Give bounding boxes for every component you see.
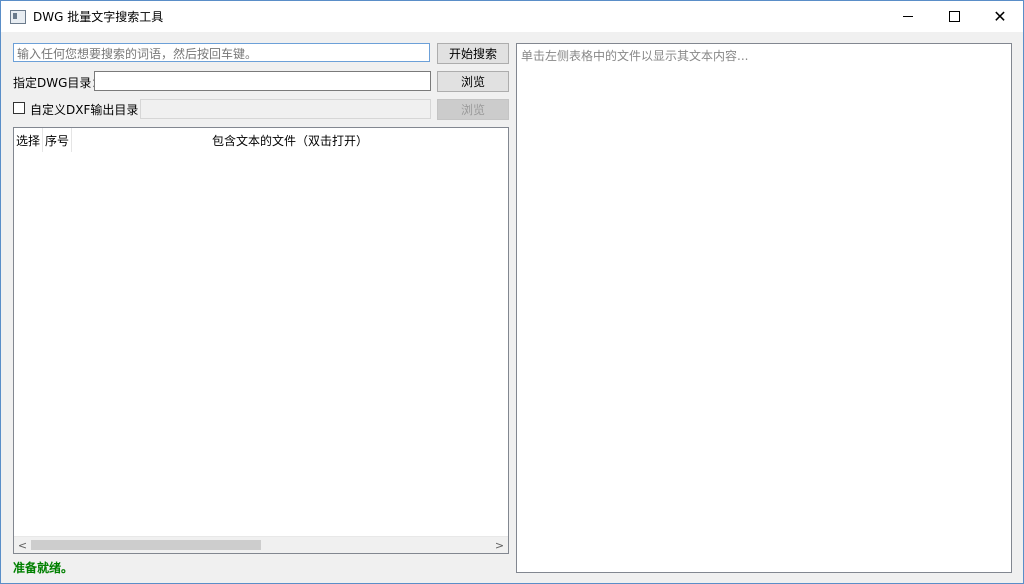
scroll-right-arrow-icon[interactable]: > (491, 537, 508, 553)
column-header-index[interactable]: 序号 (43, 128, 72, 152)
custom-dxf-checkbox[interactable] (13, 102, 25, 114)
column-header-file[interactable]: 包含文本的文件（双击打开） (72, 128, 508, 152)
maximize-icon (948, 11, 960, 22)
text-preview-pane[interactable]: 单击左侧表格中的文件以显示其文本内容... (516, 43, 1012, 573)
dxf-browse-button: 浏览 (437, 99, 509, 120)
close-icon: ✕ (993, 7, 1007, 26)
search-input[interactable]: 输入任何您想要搜索的词语，然后按回车键。 (13, 43, 430, 62)
minimize-icon (903, 16, 913, 17)
start-search-button[interactable]: 开始搜索 (437, 43, 509, 64)
column-header-select[interactable]: 选择 (14, 128, 43, 152)
scroll-thumb[interactable] (31, 540, 261, 550)
close-button[interactable]: ✕ (977, 1, 1023, 32)
dwg-dir-input[interactable] (94, 71, 431, 91)
maximize-button[interactable] (931, 1, 977, 32)
status-text: 准备就绪。 (13, 561, 74, 575)
results-table[interactable]: 选择 序号 包含文本的文件（双击打开） < > (13, 127, 509, 554)
minimize-button[interactable] (885, 1, 931, 32)
app-icon (10, 9, 26, 24)
dxf-output-input (140, 99, 431, 119)
window-controls: ✕ (885, 1, 1023, 32)
start-search-label: 开始搜索 (448, 47, 497, 61)
scroll-left-arrow-icon[interactable]: < (14, 537, 31, 553)
main-window: DWG 批量文字搜索工具 ✕ 输入任何您想要搜索的词语，然后按回车键。 开始搜索… (0, 0, 1024, 584)
window-title: DWG 批量文字搜索工具 (33, 10, 164, 24)
dwg-browse-label: 浏览 (460, 75, 485, 89)
table-header: 选择 序号 包含文本的文件（双击打开） (14, 128, 508, 152)
dwg-dir-label: 指定DWG目录： (13, 76, 104, 90)
custom-dxf-label[interactable]: 自定义DXF输出目录 (30, 101, 138, 118)
title-bar[interactable]: DWG 批量文字搜索工具 ✕ (1, 1, 1023, 32)
dxf-browse-label: 浏览 (460, 103, 485, 117)
dwg-browse-button[interactable]: 浏览 (437, 71, 509, 92)
preview-placeholder: 单击左侧表格中的文件以显示其文本内容... (521, 49, 749, 63)
search-placeholder: 输入任何您想要搜索的词语，然后按回车键。 (17, 47, 258, 61)
horizontal-scrollbar[interactable]: < > (14, 536, 508, 553)
